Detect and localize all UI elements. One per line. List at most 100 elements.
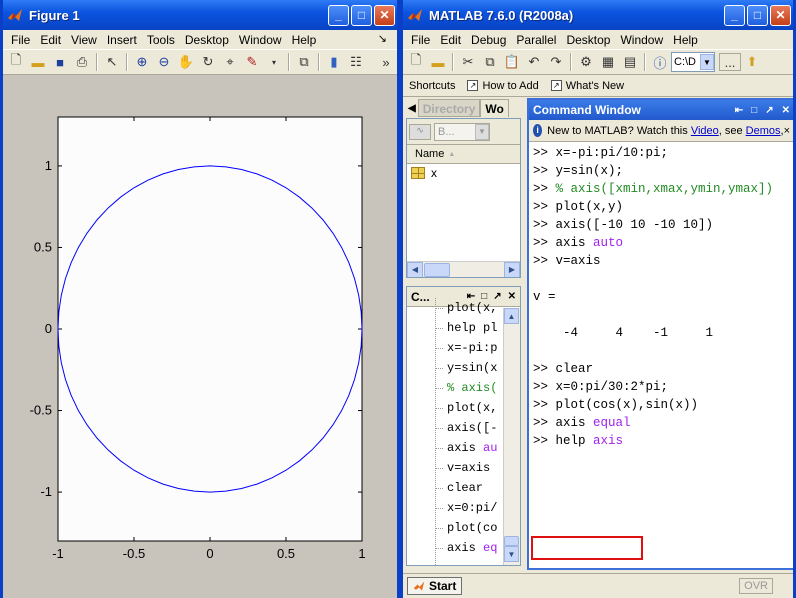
open-file-icon[interactable]: ▬ [427, 51, 449, 73]
browse-button[interactable]: ... [719, 53, 741, 71]
menu-file[interactable]: File [7, 33, 36, 47]
maximize-icon[interactable]: □ [751, 105, 757, 116]
dock-arrow-icon[interactable]: ↘ [374, 32, 393, 45]
history-item[interactable]: axis au [407, 438, 503, 458]
zoom-out-icon[interactable]: ⊖ [153, 51, 175, 73]
new-file-icon[interactable]: 🗋 [405, 51, 427, 73]
close-icon[interactable]: × [784, 125, 793, 137]
pointer-icon[interactable]: ↖ [101, 51, 123, 73]
menu-window[interactable]: Window [235, 33, 288, 47]
zoom-in-icon[interactable]: ⊕ [131, 51, 153, 73]
maximize-button[interactable]: □ [351, 4, 372, 26]
paste-icon[interactable]: 📋 [501, 51, 523, 73]
menu-debug[interactable]: Debug [467, 33, 512, 47]
figure-titlebar[interactable]: Figure 1 _ □ ✕ [3, 0, 397, 30]
workspace-column-header[interactable]: Name ▲ [407, 145, 520, 164]
scroll-thumb[interactable] [504, 536, 519, 546]
close-button[interactable]: ✕ [374, 4, 395, 26]
command-window[interactable]: Command Window ⇤ □ ↗ ✕ i New to MATLAB? … [527, 98, 793, 570]
link-plot-icon[interactable]: ⧉ [293, 51, 315, 73]
history-item[interactable]: axis([- [407, 418, 503, 438]
menu-parallel[interactable]: Parallel [512, 33, 562, 47]
pan-hand-icon[interactable]: ✋ [175, 51, 197, 73]
command-window-body[interactable]: >> x=-pi:pi/10:pi; >> y=sin(x); >> % axis(… [529, 144, 793, 568]
menu-window[interactable]: Window [616, 33, 669, 47]
help-icon[interactable]: ⓘ [649, 51, 671, 73]
menu-edit[interactable]: Edit [36, 33, 67, 47]
shortcut-how-to-add[interactable]: ↗ How to Add [467, 80, 539, 92]
minimize-button[interactable]: _ [724, 4, 745, 26]
vertical-scrollbar[interactable]: ▲ ▼ [503, 308, 520, 565]
rotate-3d-icon[interactable]: ↻ [197, 51, 219, 73]
close-button[interactable]: ✕ [770, 4, 791, 26]
minimize-button[interactable]: _ [328, 4, 349, 26]
print-icon[interactable]: ⎙ [71, 51, 93, 73]
history-item[interactable]: v=axis [407, 458, 503, 478]
redo-icon[interactable]: ↷ [545, 51, 567, 73]
horizontal-scrollbar[interactable]: ◀ ▶ [407, 261, 520, 277]
undo-icon[interactable]: ↶ [523, 51, 545, 73]
guide-icon[interactable]: ▦ [597, 51, 619, 73]
tab-scroll-left-icon[interactable]: ◀ [406, 103, 418, 114]
open-file-icon[interactable]: ▬ [27, 51, 49, 73]
chevron-down-icon[interactable]: ▼ [475, 123, 489, 140]
history-item[interactable]: plot(co [407, 518, 503, 538]
scroll-right-icon[interactable]: ▶ [504, 261, 520, 277]
tab-workspace[interactable]: Wo [480, 99, 509, 117]
new-figure-icon[interactable]: 🗋 [5, 51, 27, 73]
plot-type-select[interactable]: B... ▼ [434, 122, 490, 141]
plot-selection-icon[interactable]: ∿ [409, 123, 431, 140]
chevron-down-icon[interactable]: ▼ [700, 54, 714, 70]
menu-desktop[interactable]: Desktop [181, 33, 235, 47]
maximize-button[interactable]: □ [747, 4, 768, 26]
scroll-left-icon[interactable]: ◀ [407, 261, 423, 277]
history-item[interactable]: help pl [407, 318, 503, 338]
dock-arrow-icon[interactable]: ↗ [765, 105, 773, 116]
history-item[interactable]: axis eq [407, 538, 503, 558]
matlab-titlebar[interactable]: MATLAB 7.6.0 (R2008a) _ □ ✕ [403, 0, 793, 30]
menu-insert[interactable]: Insert [103, 33, 143, 47]
close-icon[interactable]: ✕ [508, 291, 516, 302]
figure-canvas[interactable]: -1 -0.5 0 0.5 1 1 0.5 0 -0.5 -1 [3, 75, 397, 598]
menu-help[interactable]: Help [288, 33, 323, 47]
simulink-icon[interactable]: ⚙ [575, 51, 597, 73]
menu-desktop[interactable]: Desktop [562, 33, 616, 47]
copy-icon[interactable]: ⧉ [479, 51, 501, 73]
save-icon[interactable]: ■ [49, 51, 71, 73]
history-item[interactable]: x=-pi:p [407, 338, 503, 358]
history-item[interactable]: y=sin(x [407, 358, 503, 378]
demos-link[interactable]: Demos [746, 125, 781, 137]
menu-file[interactable]: File [407, 33, 436, 47]
workspace-variable-row[interactable]: x [407, 164, 520, 182]
menu-view[interactable]: View [67, 33, 103, 47]
tab-directory[interactable]: Directory [417, 99, 481, 117]
close-icon[interactable]: ✕ [782, 105, 790, 116]
profiler-icon[interactable]: ▤ [619, 51, 641, 73]
command-window-title-bar[interactable]: Command Window ⇤ □ ↗ ✕ [529, 100, 793, 120]
current-directory-field[interactable]: C:\D ▼ [671, 52, 715, 72]
cut-icon[interactable]: ✂ [457, 51, 479, 73]
legend-icon[interactable]: ☷ [345, 51, 367, 73]
undock-icon[interactable]: ⇤ [735, 105, 743, 116]
scroll-up-icon[interactable]: ▲ [504, 308, 519, 324]
shortcut-whats-new[interactable]: ↗ What's New [550, 80, 624, 92]
history-item[interactable]: x=0:pi/ [407, 498, 503, 518]
brush-icon[interactable]: ✎ [241, 51, 263, 73]
menu-help[interactable]: Help [669, 33, 704, 47]
plot-axes[interactable]: -1 -0.5 0 0.5 1 1 0.5 0 -0.5 -1 [3, 75, 397, 598]
menu-edit[interactable]: Edit [436, 33, 467, 47]
data-cursor-icon[interactable]: ⌖ [219, 51, 241, 73]
shortcuts-label[interactable]: Shortcuts [409, 80, 455, 92]
history-item[interactable]: clear [407, 478, 503, 498]
start-button[interactable]: Start [407, 577, 463, 595]
history-item[interactable]: % axis( [407, 378, 503, 398]
brush-dropdown-icon[interactable]: ▾ [263, 51, 285, 73]
up-folder-icon[interactable]: ⬆ [741, 51, 763, 73]
menu-tools[interactable]: Tools [143, 33, 181, 47]
scroll-thumb[interactable] [424, 262, 450, 277]
scroll-down-icon[interactable]: ▼ [504, 546, 519, 562]
history-item[interactable]: plot(x, [407, 398, 503, 418]
history-item[interactable]: plot(x, [407, 298, 503, 318]
colorbar-icon[interactable]: ▮ [323, 51, 345, 73]
toolbar-overflow-icon[interactable]: » [375, 51, 397, 73]
